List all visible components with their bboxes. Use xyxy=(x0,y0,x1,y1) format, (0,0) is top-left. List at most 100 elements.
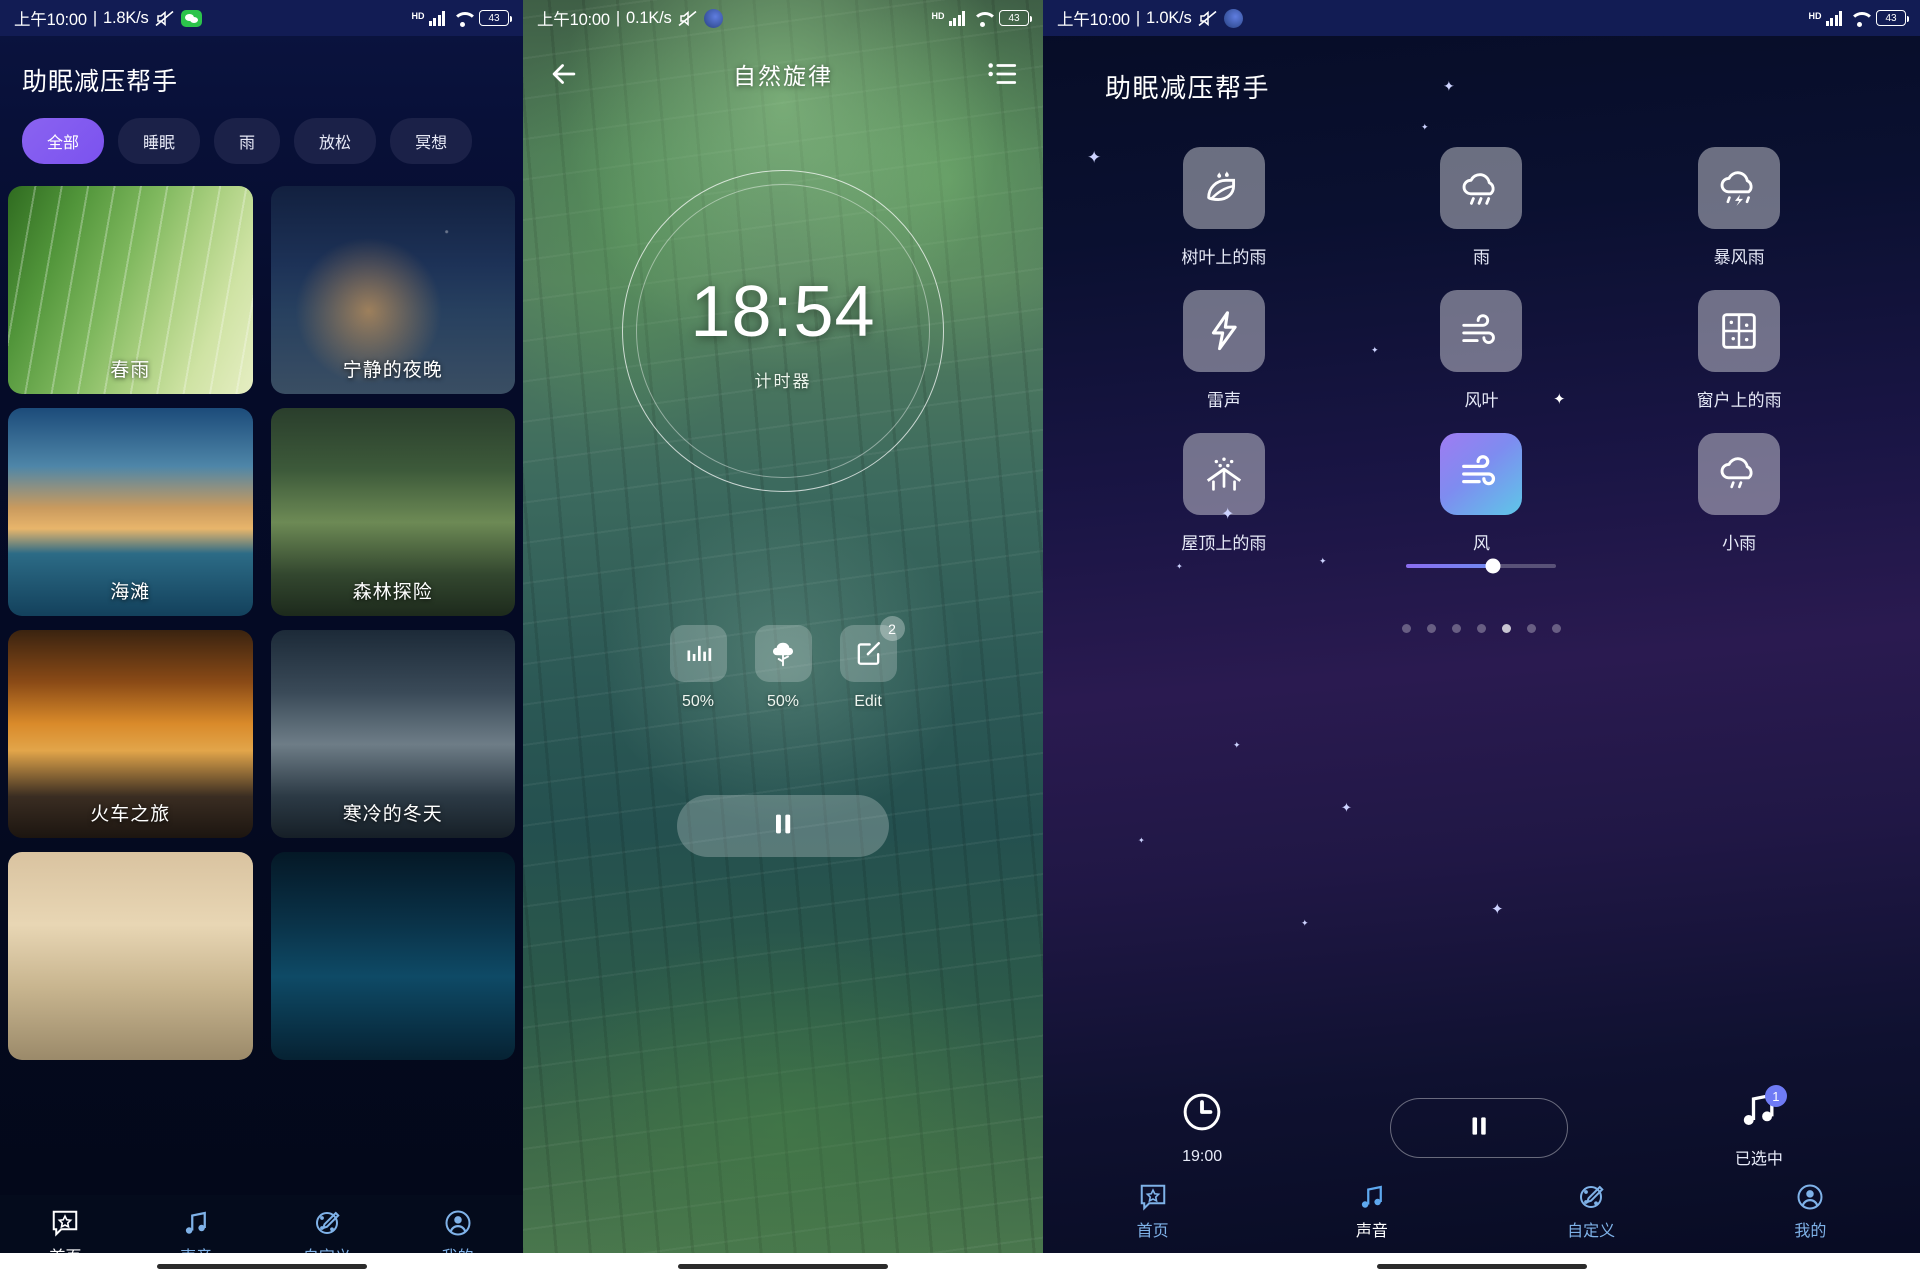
chip-all[interactable]: 全部 xyxy=(22,118,105,164)
status-bar-3: 上午10:00 | 1.0K/s HD 43 xyxy=(1043,0,1920,36)
control-volume-mix[interactable]: 50% xyxy=(669,625,727,711)
sparkle-icon: ✦ xyxy=(1301,918,1309,928)
sound-tile-label: 树叶上的雨 xyxy=(1181,248,1267,267)
battery-icon: 43 xyxy=(999,10,1032,26)
chip-sleep[interactable]: 睡眠 xyxy=(118,118,201,164)
status-network-speed: 1.0K/s xyxy=(1145,8,1192,27)
timer-ring-wrap: 18:54 计时器 xyxy=(523,170,1043,492)
page-dot[interactable] xyxy=(1527,624,1536,633)
page-dot[interactable] xyxy=(1552,624,1561,633)
chip-relax[interactable]: 放松 xyxy=(294,118,377,164)
sound-tile-label: 小雨 xyxy=(1722,534,1757,553)
player-controls-row: 50% 50% 2 Edit xyxy=(523,616,1043,711)
sparkle-icon: ✦ xyxy=(1341,800,1352,815)
wifi-icon xyxy=(452,11,472,27)
gesture-bar-3[interactable] xyxy=(1043,1253,1920,1279)
scene-card[interactable]: 寒冷的冬天 xyxy=(270,630,515,838)
scene-card[interactable]: 海滩 xyxy=(8,408,253,616)
mute-icon xyxy=(678,10,698,27)
category-chip-row: 全部 睡眠 雨 放松 冥想 xyxy=(0,98,523,164)
scene-card[interactable]: 宁静的夜晚 xyxy=(270,186,515,394)
control-label: Edit xyxy=(854,693,882,710)
page-dot[interactable] xyxy=(1427,624,1436,633)
page-dot[interactable] xyxy=(1452,624,1461,633)
sound-tile-thunder[interactable]: 雷声 xyxy=(1095,290,1353,411)
sparkle-icon: ✦ xyxy=(1233,740,1241,750)
chip-meditate[interactable]: 冥想 xyxy=(390,118,473,164)
pause-icon xyxy=(1466,1112,1492,1145)
customize-pen-icon xyxy=(312,1208,342,1238)
roof-rain-icon xyxy=(1182,433,1265,515)
moon-icon xyxy=(703,8,723,28)
scene-card[interactable]: 森林探险 xyxy=(270,408,515,616)
sound-tile-thunderstorm[interactable]: 暴风雨 xyxy=(1610,147,1868,268)
wifi-icon xyxy=(972,11,992,27)
page-title: 助眠减压帮手 xyxy=(1105,73,1271,103)
control-nature-mix[interactable]: 50% xyxy=(754,625,812,711)
page-dot[interactable] xyxy=(1402,624,1411,633)
sparkle-icon: ✦ xyxy=(1491,901,1504,918)
play-pause-button[interactable] xyxy=(1390,1098,1569,1158)
scene-card-grid: 春雨 宁静的夜晚 海滩 森林探险 火车之旅 寒冷的冬天 xyxy=(0,164,523,1060)
selected-icon-wrap: 1 xyxy=(1737,1085,1787,1136)
player-top-bar: 自然旋律 xyxy=(523,48,1043,100)
control-edit[interactable]: 2 Edit xyxy=(839,616,905,711)
scene-card[interactable] xyxy=(270,852,515,1060)
playlist-icon[interactable] xyxy=(985,57,1019,91)
scene-card[interactable]: 春雨 xyxy=(8,186,253,394)
nav-item-sounds[interactable]: 声音 xyxy=(1262,1182,1481,1241)
battery-icon: 43 xyxy=(479,10,512,26)
nav-item-label: 自定义 xyxy=(1567,1222,1616,1240)
sound-tile-roof-rain[interactable]: 屋顶上的雨 xyxy=(1095,433,1353,568)
status-network-speed: 0.1K/s xyxy=(625,8,672,27)
wind-leaf-icon xyxy=(1440,290,1523,372)
status-left: 上午10:00 | 0.1K/s xyxy=(537,6,723,30)
home-star-icon xyxy=(1138,1182,1168,1212)
wifi-icon xyxy=(1849,11,1869,27)
back-arrow-icon[interactable] xyxy=(547,57,581,91)
window-rain-icon xyxy=(1698,290,1781,372)
scene-card-label: 海滩 xyxy=(110,582,151,603)
status-time: 上午10:00 xyxy=(1057,11,1130,29)
status-network-speed: 1.8K/s xyxy=(102,8,149,27)
page-dot[interactable] xyxy=(1477,624,1486,633)
sound-tile-label: 雨 xyxy=(1472,248,1490,267)
scene-card[interactable] xyxy=(8,852,253,1060)
pause-icon xyxy=(769,809,797,844)
scene-card[interactable]: 火车之旅 xyxy=(8,630,253,838)
selected-sounds-button[interactable]: 1 已选中 xyxy=(1734,1085,1787,1169)
nav-item-customize[interactable]: 自定义 xyxy=(1482,1182,1701,1241)
hd-icon: HD xyxy=(411,11,425,21)
edit-badge-count: 2 xyxy=(879,616,905,641)
play-pause-button[interactable] xyxy=(677,795,889,857)
wind-volume-slider[interactable] xyxy=(1353,558,1611,574)
nav-item-label: 声音 xyxy=(1355,1222,1388,1240)
chip-rain[interactable]: 雨 xyxy=(214,118,281,164)
timer-value: 18:54 xyxy=(690,271,876,352)
sound-tile-wind-leaves[interactable]: 风叶 xyxy=(1353,290,1611,411)
equalizer-icon xyxy=(669,625,727,682)
sound-tile-wind[interactable]: 风 xyxy=(1353,433,1611,574)
sound-tile-light-rain[interactable]: 小雨 xyxy=(1610,433,1868,568)
clock-icon xyxy=(1180,1090,1224,1139)
slider-knob[interactable] xyxy=(1485,558,1501,574)
hd-icon: HD xyxy=(1808,11,1822,21)
sound-tile-leaf-rain[interactable]: 树叶上的雨 xyxy=(1095,147,1353,268)
nav-item-label: 首页 xyxy=(1136,1222,1169,1240)
status-separator: | xyxy=(1135,8,1140,27)
signal-icon xyxy=(1825,10,1842,26)
status-bar-2: 上午10:00 | 0.1K/s HD 43 xyxy=(523,0,1043,36)
sound-tile-rain[interactable]: 雨 xyxy=(1353,147,1611,268)
sleep-timer-button[interactable]: 19:00 xyxy=(1180,1090,1224,1166)
selected-label: 已选中 xyxy=(1734,1151,1783,1168)
gesture-bar-1[interactable] xyxy=(0,1253,523,1279)
nav-item-home[interactable]: 首页 xyxy=(1043,1182,1262,1241)
gesture-bar-2[interactable] xyxy=(523,1253,1043,1279)
nav-item-profile[interactable]: 我的 xyxy=(1701,1182,1920,1241)
leaf-rain-icon xyxy=(1182,147,1265,229)
home-star-icon xyxy=(50,1208,80,1238)
sound-tile-label: 屋顶上的雨 xyxy=(1181,534,1267,553)
sound-tile-window-rain[interactable]: 窗户上的雨 xyxy=(1610,290,1868,411)
page-dot-active[interactable] xyxy=(1502,624,1511,633)
sound-grid: 树叶上的雨 雨 暴风雨 雷声 风叶 窗户上的雨 屋顶上的雨 风 小雨 xyxy=(1043,105,1920,574)
